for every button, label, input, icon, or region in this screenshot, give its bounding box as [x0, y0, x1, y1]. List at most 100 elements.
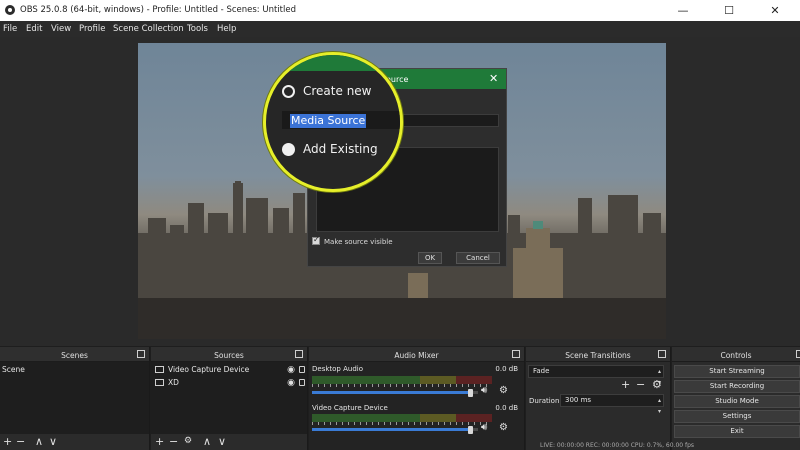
studio-mode-button[interactable]: Studio Mode — [674, 395, 800, 408]
scene-transitions-dock-title: Scene Transitions — [565, 351, 631, 360]
add-source-button[interactable]: + — [155, 435, 164, 448]
dialog-close-icon[interactable]: ✕ — [489, 72, 498, 85]
settings-button[interactable]: Settings — [674, 410, 800, 423]
scene-transitions-undock-icon[interactable] — [658, 350, 666, 358]
audio-mixer-dock: Audio Mixer Desktop Audio 0.0 dB 🔊︎ ⚙ Vi… — [309, 347, 525, 450]
controls-body: Start Streaming Start Recording Studio M… — [672, 362, 800, 450]
add-scene-button[interactable]: + — [3, 435, 12, 448]
start-recording-button[interactable]: Start Recording — [674, 380, 800, 393]
volume-slider-handle[interactable] — [468, 389, 474, 397]
move-scene-down-button[interactable]: ∨ — [49, 435, 57, 448]
duration-spinbox[interactable]: 300 ms ▴ ▾ — [560, 394, 664, 415]
obs-logo-icon — [5, 5, 15, 15]
volume-slider[interactable] — [312, 426, 478, 434]
cancel-button[interactable]: Cancel — [456, 252, 500, 264]
add-existing-radio[interactable] — [282, 143, 295, 156]
mixer-channels: Desktop Audio 0.0 dB 🔊︎ ⚙ Video Capture … — [309, 362, 524, 450]
volume-slider-fill — [312, 391, 474, 394]
scene-item[interactable]: Scene — [0, 364, 149, 376]
make-visible-checkbox[interactable] — [312, 235, 320, 245]
create-new-label: Create new — [303, 84, 372, 98]
exit-button[interactable]: Exit — [674, 425, 800, 438]
camera-icon — [155, 366, 164, 373]
media-icon — [155, 379, 164, 386]
sources-dock-title: Sources — [214, 351, 244, 360]
source-name-value[interactable]: Media Source — [290, 114, 367, 128]
mixer-channel-name: Video Capture Device — [312, 404, 388, 412]
close-window-button[interactable]: ✕ — [752, 0, 798, 21]
scenes-dock: Scenes Scene + − ∧ ∨ — [0, 347, 150, 450]
controls-dock-header: Controls — [672, 347, 800, 362]
transitions-body: Fade ▴ ▾ + − ⚙ Duration 300 ms ▴ ▾ — [526, 362, 670, 450]
scene-transitions-dock: Scene Transitions Fade ▴ ▾ + − ⚙ Duration… — [526, 347, 671, 450]
speaker-icon[interactable]: 🔊︎ — [481, 422, 487, 433]
lock-icon[interactable] — [299, 379, 305, 386]
meter-scale — [312, 422, 492, 425]
lock-icon[interactable] — [299, 366, 305, 373]
spin-arrows-icon: ▴ ▾ — [657, 397, 661, 415]
transition-properties-gear-icon[interactable]: ⚙ — [652, 378, 662, 391]
menu-help[interactable]: Help — [217, 24, 236, 34]
remove-transition-button[interactable]: − — [636, 378, 645, 391]
add-transition-button[interactable]: + — [621, 378, 630, 391]
move-source-down-button[interactable]: ∨ — [218, 435, 226, 448]
add-existing-label: Add Existing — [303, 142, 378, 156]
source-properties-gear-icon[interactable]: ⚙ — [184, 436, 192, 446]
duration-label: Duration — [529, 397, 560, 405]
audio-mixer-undock-icon[interactable] — [512, 350, 520, 358]
maximize-button[interactable]: ☐ — [706, 0, 752, 21]
window-title: OBS 25.0.8 (64-bit, windows) - Profile: … — [20, 5, 296, 15]
volume-meter — [312, 376, 492, 384]
move-source-up-button[interactable]: ∧ — [203, 435, 211, 448]
mixer-channel-name: Desktop Audio — [312, 365, 363, 373]
sources-dock-header: Sources — [151, 347, 307, 362]
visibility-eye-icon[interactable]: ◉ — [287, 377, 295, 389]
controls-undock-icon[interactable] — [796, 350, 800, 358]
transition-select[interactable]: Fade ▴ ▾ — [528, 365, 664, 386]
duration-value: 300 ms — [565, 396, 592, 404]
mixer-gear-icon[interactable]: ⚙ — [499, 385, 508, 396]
controls-dock-title: Controls — [720, 351, 752, 360]
move-scene-up-button[interactable]: ∧ — [35, 435, 43, 448]
status-bar: LIVE: 00:00:00 REC: 00:00:00 CPU: 0.7%, … — [540, 442, 695, 449]
minimize-button[interactable]: — — [660, 0, 706, 21]
speaker-icon[interactable]: 🔊︎ — [481, 385, 487, 396]
make-visible-label: Make source visible — [324, 238, 393, 246]
sources-list: Video Capture Device ◉ XD ◉ — [151, 362, 307, 434]
remove-source-button[interactable]: − — [169, 435, 178, 448]
source-item[interactable]: Video Capture Device ◉ — [151, 364, 307, 376]
scene-transitions-dock-header: Scene Transitions — [526, 347, 670, 362]
scenes-undock-icon[interactable] — [137, 350, 145, 358]
create-new-radio[interactable] — [282, 85, 295, 98]
magnifier-callout: Create new Media Source Add Existing — [263, 52, 403, 192]
source-item-label: XD — [168, 378, 179, 387]
sources-undock-icon[interactable] — [295, 350, 303, 358]
mixer-gear-icon[interactable]: ⚙ — [499, 422, 508, 433]
menu-view[interactable]: View — [51, 24, 71, 34]
audio-mixer-dock-header: Audio Mixer — [309, 347, 524, 362]
menu-scene-collection[interactable]: Scene Collection — [113, 24, 184, 34]
menu-file[interactable]: File — [3, 24, 17, 34]
menu-edit[interactable]: Edit — [26, 24, 42, 34]
magnified-titlebar — [266, 55, 400, 71]
start-streaming-button[interactable]: Start Streaming — [674, 365, 800, 378]
sources-dock: Sources Video Capture Device ◉ XD ◉ + − … — [151, 347, 308, 450]
volume-meter — [312, 414, 492, 422]
menu-profile[interactable]: Profile — [79, 24, 105, 34]
scenes-toolbar: + − ∧ ∨ — [0, 434, 149, 450]
volume-slider[interactable] — [312, 389, 478, 397]
ok-button[interactable]: OK — [418, 252, 442, 264]
source-item[interactable]: XD ◉ — [151, 377, 307, 389]
mixer-channel-db: 0.0 dB — [495, 365, 518, 373]
controls-dock: Controls Start Streaming Start Recording… — [672, 347, 800, 450]
volume-slider-handle[interactable] — [468, 426, 474, 434]
scenes-list: Scene — [0, 362, 149, 434]
menu-bar: File Edit View Profile Scene Collection … — [0, 21, 800, 37]
visibility-eye-icon[interactable]: ◉ — [287, 364, 295, 376]
remove-scene-button[interactable]: − — [16, 435, 25, 448]
menu-tools[interactable]: Tools — [187, 24, 208, 34]
meter-scale — [312, 384, 492, 387]
scenes-dock-header: Scenes — [0, 347, 149, 362]
source-item-label: Video Capture Device — [168, 365, 250, 374]
scenes-dock-title: Scenes — [61, 351, 88, 360]
